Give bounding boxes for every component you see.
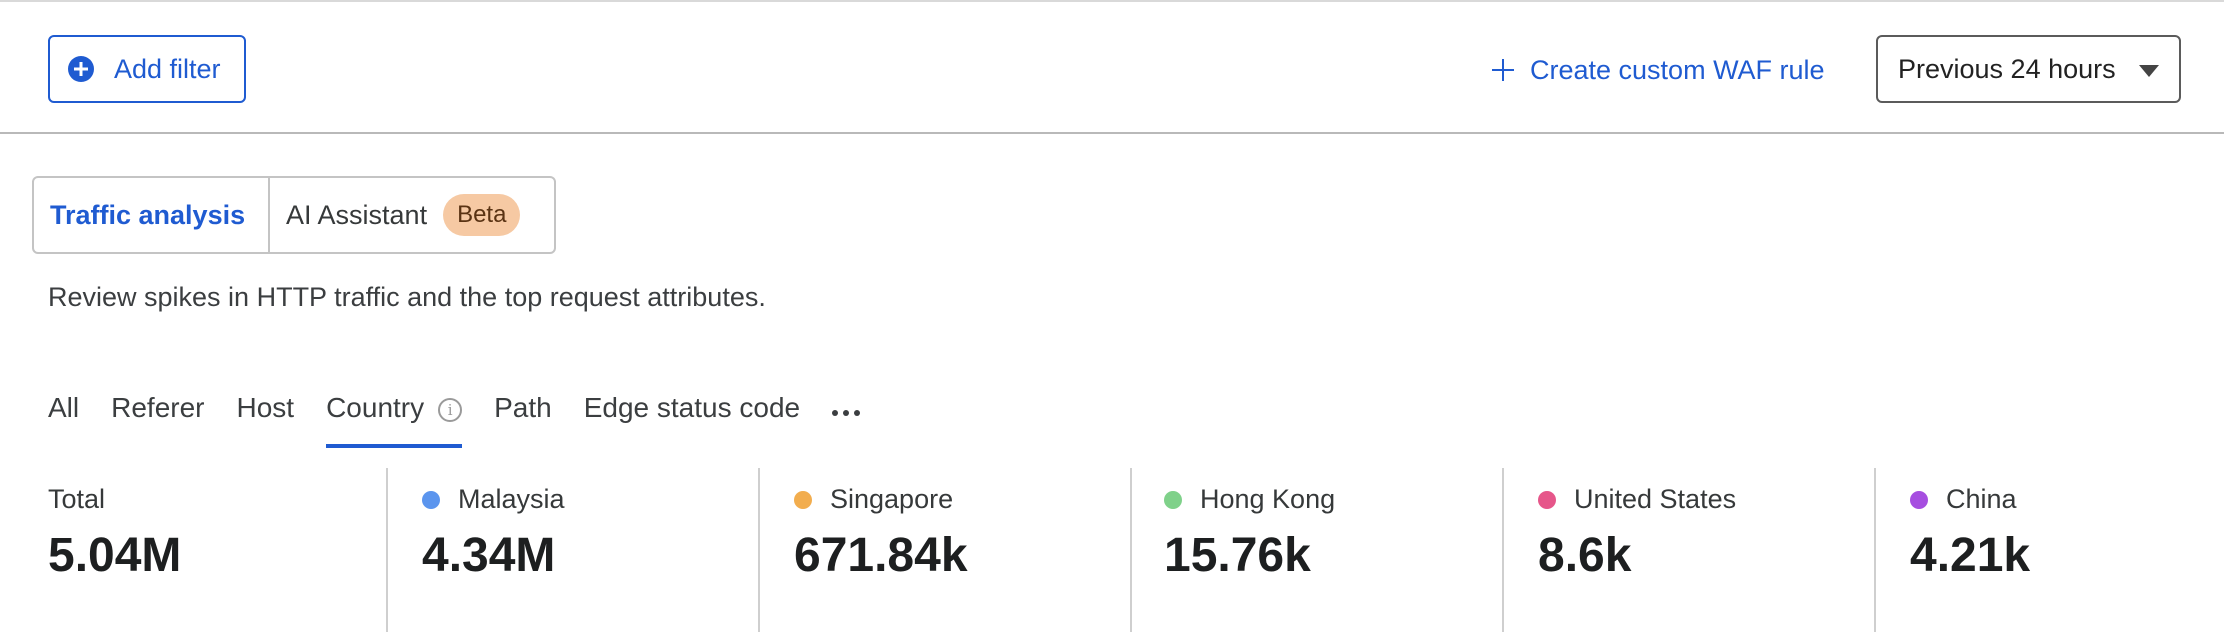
stat-label: Hong Kong — [1200, 484, 1336, 514]
beta-badge: Beta — [443, 194, 521, 236]
stat-singapore[interactable]: Singapore 671.84k — [758, 468, 1132, 632]
tab-traffic-analysis-label: Traffic analysis — [50, 199, 246, 230]
stat-label-row: Hong Kong — [1164, 484, 1335, 515]
legend-dot — [1910, 490, 1928, 509]
stat-value: 4.21k — [1910, 529, 2031, 582]
tab-label: Host — [236, 392, 295, 423]
country-stats: Total 5.04M Malaysia 4.34M Singapore 671… — [0, 468, 2224, 632]
filter-toolbar: Add filter Create custom WAF rule Previo… — [0, 0, 2224, 134]
more-options-icon[interactable] — [832, 396, 865, 430]
stat-label: Singapore — [830, 484, 954, 514]
tab-traffic-analysis[interactable]: Traffic analysis — [34, 178, 270, 252]
tab-label: Path — [494, 392, 552, 423]
tab-ai-assistant[interactable]: AI Assistant Beta — [270, 178, 554, 252]
tab-edge-status-code[interactable]: Edge status code — [584, 392, 800, 446]
stat-label: United States — [1574, 484, 1737, 514]
stat-malaysia[interactable]: Malaysia 4.34M — [386, 468, 760, 632]
time-range-value: Previous 24 hours — [1898, 53, 2116, 84]
add-filter-label: Add filter — [114, 53, 221, 84]
time-range-select[interactable]: Previous 24 hours — [1876, 35, 2181, 103]
stat-value: 5.04M — [48, 529, 182, 582]
legend-dot — [1164, 490, 1182, 509]
stat-label-row: Singapore — [794, 484, 953, 515]
tab-referer[interactable]: Referer — [111, 392, 204, 446]
create-custom-waf-rule-link[interactable]: Create custom WAF rule — [1492, 46, 1825, 94]
stat-total: Total 5.04M — [0, 468, 386, 632]
tab-country[interactable]: Country i — [326, 392, 463, 448]
dimension-tabs: All Referer Host Country i Path Edge sta… — [48, 392, 865, 448]
mode-tabs: Traffic analysis AI Assistant Beta — [32, 176, 556, 254]
tab-path[interactable]: Path — [494, 392, 552, 446]
plus-icon — [1492, 59, 1514, 81]
tab-label: All — [48, 392, 80, 423]
legend-dot — [794, 490, 812, 509]
tab-label: Referer — [111, 392, 205, 423]
info-icon[interactable]: i — [438, 398, 463, 422]
tab-label: Country — [326, 392, 425, 423]
create-rule-label: Create custom WAF rule — [1530, 54, 1825, 85]
tab-ai-assistant-label: AI Assistant — [286, 199, 428, 230]
tab-label: Edge status code — [583, 392, 801, 423]
add-filter-button[interactable]: Add filter — [48, 35, 246, 103]
plus-circle-icon — [68, 56, 94, 82]
legend-dot — [1538, 490, 1556, 509]
stat-label-row: United States — [1538, 484, 1736, 515]
stat-hong-kong[interactable]: Hong Kong 15.76k — [1130, 468, 1504, 632]
stat-label-row: China — [1910, 484, 2017, 515]
stat-label: China — [1946, 484, 2017, 514]
stat-label-row: Malaysia — [422, 484, 565, 515]
caret-down-icon — [2139, 65, 2159, 77]
stat-value: 671.84k — [794, 529, 968, 582]
stat-label: Total — [48, 484, 106, 514]
stat-value: 8.6k — [1538, 529, 1632, 582]
stat-value: 15.76k — [1164, 529, 1311, 582]
tab-host[interactable]: Host — [237, 392, 295, 446]
stat-china[interactable]: China 4.21k — [1874, 468, 2224, 632]
stat-united-states[interactable]: United States 8.6k — [1502, 468, 1876, 632]
legend-dot — [422, 490, 440, 509]
security-analytics-page: Add filter Create custom WAF rule Previo… — [0, 0, 2224, 632]
stat-value: 4.34M — [422, 529, 556, 582]
tab-all[interactable]: All — [48, 392, 79, 446]
stat-label: Malaysia — [458, 484, 565, 514]
page-description: Review spikes in HTTP traffic and the to… — [48, 282, 766, 312]
